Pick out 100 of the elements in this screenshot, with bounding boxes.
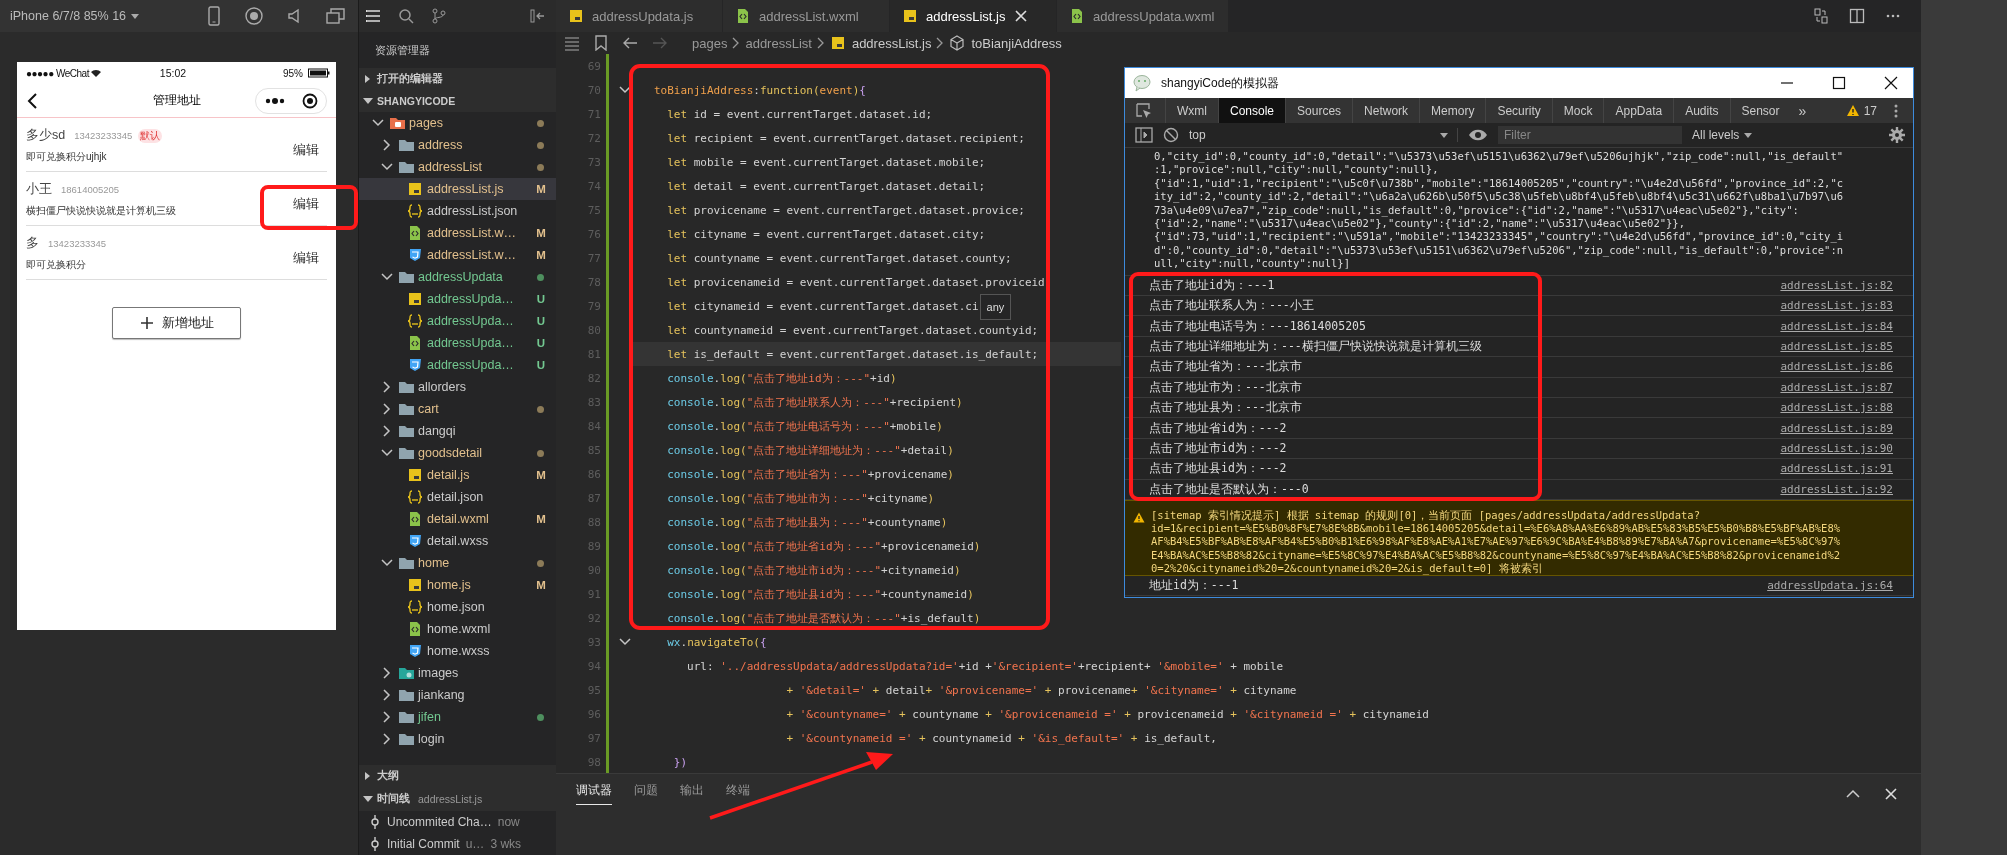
split-editor-icon[interactable]: [1849, 8, 1865, 24]
source-link[interactable]: addressList.js:83: [1780, 299, 1893, 313]
search-icon[interactable]: [398, 8, 414, 24]
breadcrumb-item[interactable]: addressList: [745, 35, 812, 51]
source-link[interactable]: addressList.js:90: [1780, 441, 1893, 455]
breadcrumb-item[interactable]: addressList.js: [829, 35, 932, 51]
timeline-item[interactable]: Initial Commit u… 3 wks: [359, 833, 556, 855]
tree-item[interactable]: addressUpda… U: [359, 332, 556, 354]
filter-field[interactable]: Filter: [1498, 126, 1682, 144]
tree-item[interactable]: images: [359, 662, 556, 684]
tree-item[interactable]: pages: [359, 112, 556, 134]
source-link[interactable]: addressList.js:87: [1780, 380, 1893, 394]
tree-item[interactable]: address: [359, 134, 556, 156]
record-icon[interactable]: [244, 6, 264, 26]
tree-item[interactable]: dangqi: [359, 420, 556, 442]
tree-item[interactable]: detail.json: [359, 486, 556, 508]
edit-link[interactable]: 编辑: [293, 238, 327, 267]
close-icon[interactable]: [1883, 786, 1899, 802]
back-arrow-icon[interactable]: [622, 35, 638, 51]
collapse-panel-icon[interactable]: [529, 8, 545, 24]
source-link[interactable]: addressList.js:89: [1780, 421, 1893, 435]
tree-item[interactable]: home: [359, 552, 556, 574]
tree-item[interactable]: addressUpda… U: [359, 310, 556, 332]
panel-tab[interactable]: 调试器: [576, 783, 612, 805]
section-header[interactable]: 大纲: [359, 765, 556, 787]
source-link[interactable]: addressList.js:91: [1780, 462, 1893, 476]
source-link[interactable]: addressList.js:88: [1780, 401, 1893, 415]
compare-icon[interactable]: [1813, 8, 1829, 24]
devtools-tab[interactable]: Console: [1218, 98, 1286, 123]
back-icon[interactable]: [26, 91, 38, 110]
editor-tab[interactable]: addressUpdata.wxml: [1057, 0, 1230, 32]
editor-tab[interactable]: addressUpdata.js: [556, 0, 723, 32]
tree-item[interactable]: jiankang: [359, 684, 556, 706]
source-link[interactable]: addressList.js:85: [1780, 340, 1893, 353]
tree-item[interactable]: addressUpdata: [359, 266, 556, 288]
tree-item[interactable]: jifen: [359, 706, 556, 728]
devtools-tab[interactable]: Sources: [1285, 98, 1353, 123]
context-dropdown[interactable]: top: [1189, 128, 1458, 142]
devtools-tab[interactable]: Audits: [1673, 98, 1730, 123]
source-link[interactable]: addressList.js:84: [1780, 319, 1893, 333]
tree-item[interactable]: home.json: [359, 596, 556, 618]
tree-item[interactable]: addressList.js M: [359, 178, 556, 200]
tree-item[interactable]: home.wxss: [359, 640, 556, 662]
sidebar-icon[interactable]: [1135, 127, 1153, 143]
panel-tab[interactable]: 终端: [726, 783, 750, 805]
section-header[interactable]: SHANGYICODE: [359, 90, 556, 112]
close-icon[interactable]: [1883, 75, 1899, 91]
clear-icon[interactable]: [1163, 127, 1179, 143]
devtools-tab[interactable]: Network: [1352, 98, 1420, 123]
edit-link[interactable]: 编辑: [293, 130, 327, 159]
settings-icon[interactable]: [1889, 127, 1905, 143]
menu-icon[interactable]: [365, 8, 381, 24]
tree-item[interactable]: detail.js M: [359, 464, 556, 486]
tree-item[interactable]: addressUpda… U: [359, 354, 556, 376]
phone-icon[interactable]: [206, 6, 222, 26]
tree-item[interactable]: addressList.w… M: [359, 244, 556, 266]
tree-item[interactable]: goodsdetail: [359, 442, 556, 464]
tree-item[interactable]: detail.wxml M: [359, 508, 556, 530]
tree-item[interactable]: addressList.w… M: [359, 222, 556, 244]
maximize-icon[interactable]: [1831, 75, 1847, 91]
tree-item[interactable]: allorders: [359, 376, 556, 398]
more-icon[interactable]: [264, 96, 285, 105]
bookmark-icon[interactable]: [594, 35, 608, 51]
tree-item[interactable]: addressUpda… U: [359, 288, 556, 310]
edit-link[interactable]: 编辑: [293, 184, 327, 213]
source-link[interactable]: addressList.js:86: [1780, 360, 1893, 374]
menu-icon[interactable]: [1893, 102, 1899, 119]
section-header[interactable]: 时间线: [359, 788, 410, 810]
tree-item[interactable]: addressList.json: [359, 200, 556, 222]
add-address-button[interactable]: 新增地址: [112, 307, 241, 339]
tree-item[interactable]: addressList: [359, 156, 556, 178]
source-link[interactable]: addressList.js:92: [1780, 482, 1893, 496]
source-link[interactable]: addressUpdata.js:64: [1767, 579, 1893, 593]
devtools-tab[interactable]: Security: [1485, 98, 1552, 123]
list-icon[interactable]: [564, 35, 580, 51]
devtools-tab[interactable]: AppData: [1603, 98, 1674, 123]
editor-tab[interactable]: addressList.wxml: [723, 0, 890, 32]
eye-icon[interactable]: [1468, 128, 1488, 142]
devtools-tab[interactable]: Sensor: [1729, 98, 1791, 123]
warning-counter[interactable]: 17: [1835, 98, 1887, 123]
tree-item[interactable]: cart: [359, 398, 556, 420]
target-icon[interactable]: [301, 92, 318, 109]
inspect-icon[interactable]: [1135, 101, 1153, 120]
devtools-tab[interactable]: Memory: [1419, 98, 1486, 123]
close-icon[interactable]: [1013, 8, 1030, 24]
source-link[interactable]: addressList.js:82: [1780, 278, 1893, 292]
device-dropdown[interactable]: iPhone 6/7/8 85% 16: [10, 9, 141, 23]
breadcrumb-item[interactable]: toBianjiAddress: [949, 35, 1062, 51]
more-tabs-button[interactable]: »: [1790, 98, 1815, 123]
panel-tab[interactable]: 输出: [680, 783, 704, 805]
panel-tab[interactable]: 问题: [634, 783, 658, 805]
breadcrumb-item[interactable]: pages: [692, 35, 728, 51]
tree-item[interactable]: detail.wxss: [359, 530, 556, 552]
section-header[interactable]: 打开的编辑器: [359, 68, 556, 90]
tree-item[interactable]: home.js M: [359, 574, 556, 596]
tree-item[interactable]: login: [359, 728, 556, 750]
branch-icon[interactable]: [431, 8, 447, 24]
tree-item[interactable]: home.wxml: [359, 618, 556, 640]
levels-dropdown[interactable]: All levels: [1692, 128, 1754, 142]
devtools-tab[interactable]: Mock: [1551, 98, 1604, 123]
